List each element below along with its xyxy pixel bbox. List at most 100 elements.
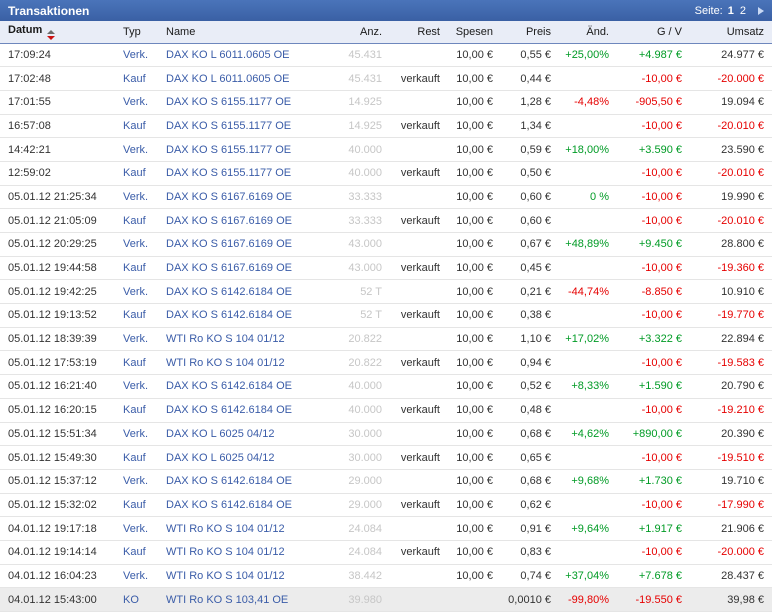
cell-umsatz: 23.590 € (685, 137, 772, 162)
transactions-table: Datum Typ Name Anz. Rest Spesen Preis Änd. G / V… (0, 21, 772, 612)
cell-spesen: 10,00 € (443, 279, 496, 305)
column-header-gv[interactable]: G / V (612, 21, 685, 44)
cell-name[interactable]: WTI Ro KO S 104 01/12 (163, 564, 333, 589)
pager: Seite: 12 (695, 5, 764, 17)
transaction-row: 17:02:48 Kauf DAX KO L 6011.0605 OE 45.431 v… (0, 66, 772, 91)
cell-umsatz: 19.990 € (685, 185, 772, 210)
page-link-1[interactable]: 1 (728, 5, 734, 17)
transaction-row: 17:01:55 Verk. DAX KO S 6155.1177 OE 14.925… (0, 90, 772, 115)
cell-umsatz: 10.910 € (685, 279, 772, 305)
cell-name[interactable]: DAX KO L 6025 04/12 (163, 422, 333, 447)
column-header-typ[interactable]: Typ (120, 21, 163, 44)
cell-anz: 29.000 (333, 469, 385, 494)
cell-preis: 0,21 € (496, 279, 554, 305)
cell-rest (385, 587, 443, 612)
cell-typ: Verk. (120, 137, 163, 162)
column-header-anz[interactable]: Anz. (333, 21, 385, 44)
cell-name[interactable]: WTI Ro KO S 104 01/12 (163, 350, 333, 376)
cell-typ: Verk. (120, 516, 163, 541)
column-header-label: Umsatz (726, 25, 764, 38)
cell-rest: verkauft (385, 256, 443, 281)
cell-anz: 40.000 (333, 374, 385, 399)
cell-gv: -10,00 € (612, 398, 685, 423)
cell-typ: KO (120, 587, 163, 612)
cell-name[interactable]: DAX KO L 6011.0605 OE (163, 66, 333, 91)
cell-name[interactable]: DAX KO S 6167.6169 OE (163, 256, 333, 281)
cell-name[interactable]: DAX KO S 6167.6169 OE (163, 208, 333, 233)
page-link-2[interactable]: 2 (740, 5, 746, 17)
cell-preis: 0,55 € (496, 43, 554, 68)
cell-name[interactable]: DAX KO S 6167.6169 OE (163, 232, 333, 257)
cell-name[interactable]: DAX KO L 6011.0605 OE (163, 43, 333, 68)
cell-rest (385, 469, 443, 494)
column-header-label: Name (166, 25, 196, 38)
cell-aend (554, 256, 612, 281)
cell-spesen: 10,00 € (443, 185, 496, 210)
column-header-aend[interactable]: Änd. (554, 21, 612, 44)
cell-datum: 05.01.12 15:32:02 (0, 493, 120, 518)
transaction-row: 04.01.12 19:17:18 Verk. WTI Ro KO S 104 01… (0, 516, 772, 541)
cell-name[interactable]: WTI Ro KO S 103,41 OE (163, 587, 333, 612)
column-header-label: Datum (8, 23, 43, 36)
cell-name[interactable]: DAX KO L 6025 04/12 (163, 445, 333, 470)
column-header-spesen[interactable]: Spesen (443, 21, 496, 44)
cell-preis: 0,52 € (496, 374, 554, 399)
transaction-row: 04.01.12 16:04:23 Verk. WTI Ro KO S 104 01… (0, 564, 772, 589)
cell-spesen: 10,00 € (443, 256, 496, 281)
cell-typ: Verk. (120, 232, 163, 257)
column-header-umsatz[interactable]: Umsatz (685, 21, 772, 44)
cell-name[interactable]: DAX KO S 6155.1177 OE (163, 90, 333, 115)
cell-name[interactable]: DAX KO S 6155.1177 OE (163, 114, 333, 139)
cell-preis: 0,91 € (496, 516, 554, 541)
transaction-row: 05.01.12 18:39:39 Verk. WTI Ro KO S 104 01… (0, 327, 772, 352)
cell-umsatz: -19.770 € (685, 303, 772, 328)
titlebar: Transaktionen Seite: 12 (0, 0, 772, 21)
column-header-label: G / V (656, 25, 682, 38)
transaction-row: 05.01.12 21:25:34 Verk. DAX KO S 6167.6169… (0, 185, 772, 210)
cell-spesen: 10,00 € (443, 516, 496, 541)
cell-anz: 24.084 (333, 516, 385, 541)
cell-name[interactable]: DAX KO S 6142.6184 OE (163, 303, 333, 328)
transaction-row: 05.01.12 17:53:19 Kauf WTI Ro KO S 104 01/… (0, 350, 772, 376)
cell-name[interactable]: WTI Ro KO S 104 01/12 (163, 327, 333, 352)
cell-anz: 14.925 (333, 114, 385, 139)
cell-typ: Kauf (120, 256, 163, 281)
cell-name[interactable]: WTI Ro KO S 104 01/12 (163, 540, 333, 565)
cell-aend: +25,00% (554, 43, 612, 68)
cell-datum: 05.01.12 21:25:34 (0, 185, 120, 210)
cell-preis: 0,59 € (496, 137, 554, 162)
next-page-arrow-icon[interactable] (758, 6, 764, 15)
cell-typ: Kauf (120, 540, 163, 565)
cell-rest (385, 327, 443, 352)
transaction-row: 05.01.12 20:29:25 Verk. DAX KO S 6167.6169… (0, 232, 772, 257)
cell-anz: 45.431 (333, 43, 385, 68)
cell-typ: Verk. (120, 43, 163, 68)
cell-gv: +890,00 € (612, 422, 685, 447)
cell-name[interactable]: DAX KO S 6142.6184 OE (163, 493, 333, 518)
cell-datum: 12:59:02 (0, 161, 120, 186)
column-header-preis[interactable]: Preis (496, 21, 554, 44)
cell-aend (554, 66, 612, 91)
cell-datum: 05.01.12 20:29:25 (0, 232, 120, 257)
cell-name[interactable]: DAX KO S 6142.6184 OE (163, 279, 333, 305)
cell-spesen: 10,00 € (443, 137, 496, 162)
transaction-row: 17:09:24 Verk. DAX KO L 6011.0605 OE 45.431… (0, 43, 772, 68)
column-header-rest[interactable]: Rest (385, 21, 443, 44)
cell-datum: 04.01.12 16:04:23 (0, 564, 120, 589)
cell-rest (385, 185, 443, 210)
cell-name[interactable]: DAX KO S 6142.6184 OE (163, 374, 333, 399)
column-header-label: Spesen (455, 25, 493, 38)
cell-gv: -10,00 € (612, 493, 685, 518)
column-header-datum[interactable]: Datum (0, 21, 120, 44)
cell-name[interactable]: WTI Ro KO S 104 01/12 (163, 516, 333, 541)
cell-name[interactable]: DAX KO S 6142.6184 OE (163, 398, 333, 423)
cell-name[interactable]: DAX KO S 6155.1177 OE (163, 137, 333, 162)
cell-name[interactable]: DAX KO S 6155.1177 OE (163, 161, 333, 186)
cell-name[interactable]: DAX KO S 6167.6169 OE (163, 185, 333, 210)
cell-anz: 43.000 (333, 256, 385, 281)
transaction-row: 14:42:21 Verk. DAX KO S 6155.1177 OE 40.000… (0, 137, 772, 162)
cell-rest (385, 90, 443, 115)
cell-rest: verkauft (385, 161, 443, 186)
column-header-name[interactable]: Name (163, 21, 333, 44)
cell-name[interactable]: DAX KO S 6142.6184 OE (163, 469, 333, 494)
